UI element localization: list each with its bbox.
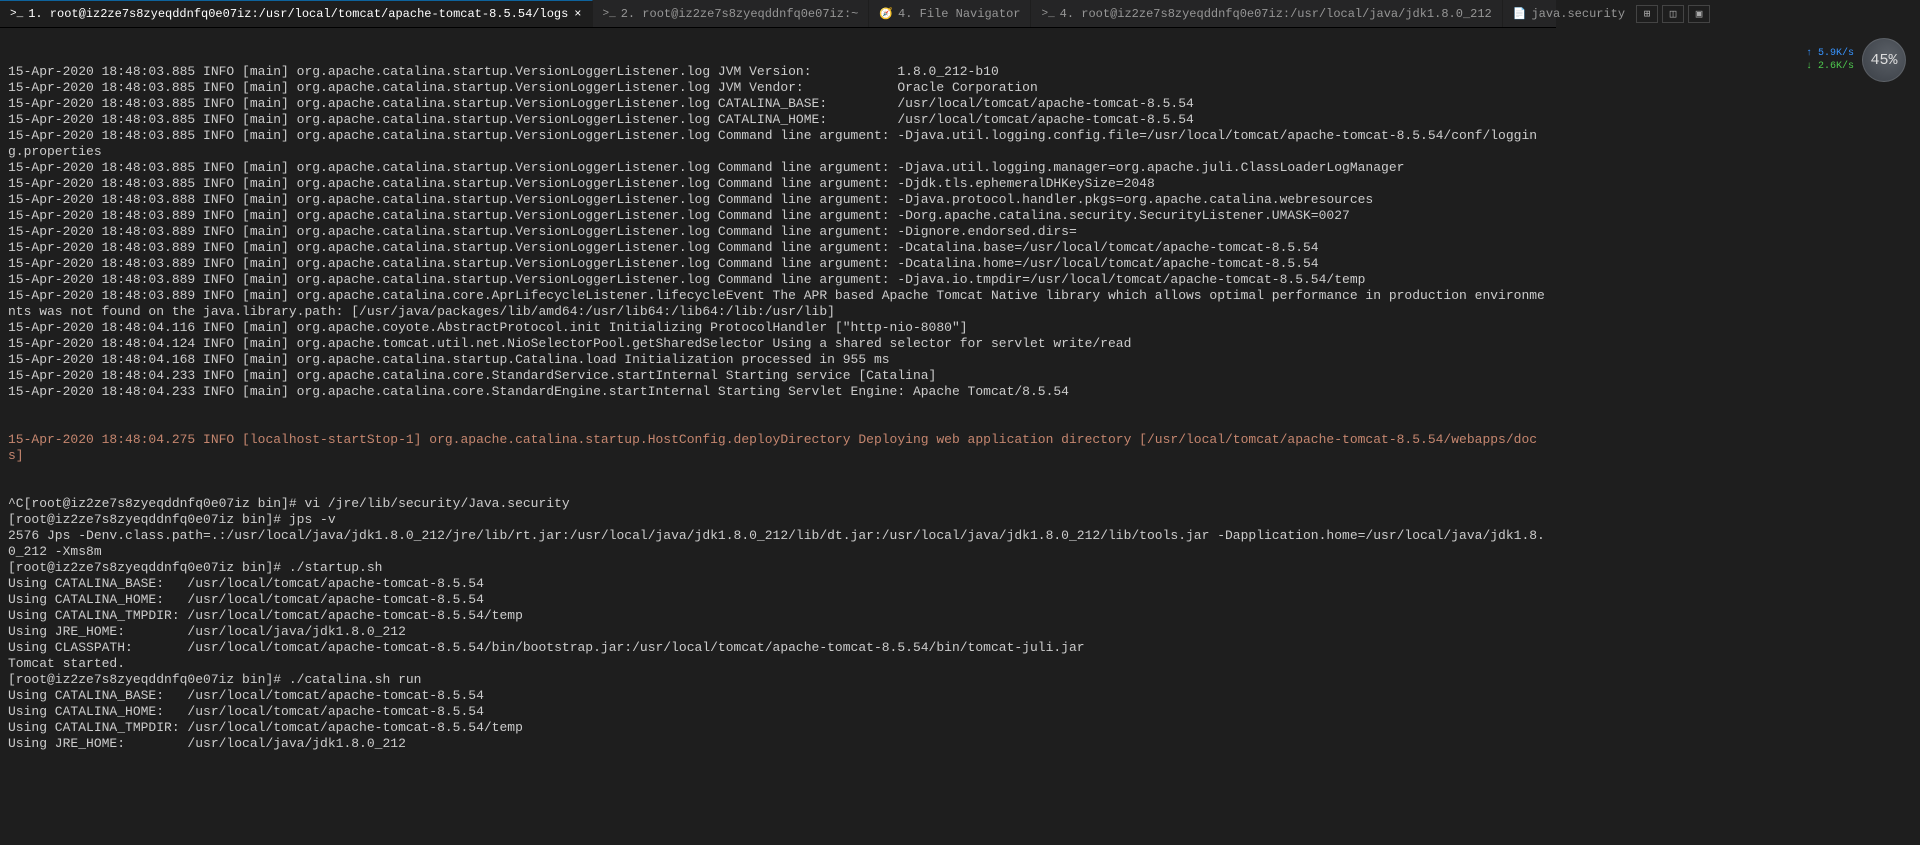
shell-line: [root@iz2ze7s8zyeqddnfq0e07iz bin]# ./st… [8, 560, 1548, 576]
log-line: 15-Apr-2020 18:48:03.885 INFO [main] org… [8, 64, 1548, 80]
tab-label: 1. root@iz2ze7s8zyeqddnfq0e07iz:/usr/loc… [28, 7, 568, 21]
net-usage-circle: 45% [1862, 38, 1906, 82]
log-line: 15-Apr-2020 18:48:04.233 INFO [main] org… [8, 384, 1548, 400]
shell-line: [root@iz2ze7s8zyeqddnfq0e07iz bin]# ./ca… [8, 672, 1548, 688]
shell-line: Using CATALINA_HOME: /usr/local/tomcat/a… [8, 592, 1548, 608]
shell-line: [root@iz2ze7s8zyeqddnfq0e07iz bin]# jps … [8, 512, 1548, 528]
network-widget: ↑ 5.9K/s ↓ 2.6K/s 45% [1806, 38, 1906, 82]
log-line: 15-Apr-2020 18:48:03.889 INFO [main] org… [8, 240, 1548, 256]
panel-icon[interactable]: ▣ [1688, 5, 1710, 23]
shell-line: ^C[root@iz2ze7s8zyeqddnfq0e07iz bin]# vi… [8, 496, 1548, 512]
log-line: 15-Apr-2020 18:48:03.885 INFO [main] org… [8, 112, 1548, 128]
tab-label: 4. File Navigator [898, 7, 1020, 21]
tab-label: 4. root@iz2ze7s8zyeqddnfq0e07iz:/usr/loc… [1060, 7, 1492, 21]
tab-2[interactable]: 🧭 4. File Navigator [869, 0, 1031, 27]
log-line: 15-Apr-2020 18:48:04.116 INFO [main] org… [8, 320, 1548, 336]
tab-0[interactable]: >_ 1. root@iz2ze7s8zyeqddnfq0e07iz:/usr/l… [0, 0, 593, 27]
log-line: 15-Apr-2020 18:48:04.124 INFO [main] org… [8, 336, 1548, 352]
log-line-highlight: 15-Apr-2020 18:48:04.275 INFO [localhost… [8, 432, 1548, 464]
shell-line: Using CATALINA_BASE: /usr/local/tomcat/a… [8, 576, 1548, 592]
tab-icon: >_ [1041, 8, 1054, 20]
log-line: 15-Apr-2020 18:48:04.233 INFO [main] org… [8, 368, 1548, 384]
shell-line: Using CATALINA_TMPDIR: /usr/local/tomcat… [8, 720, 1548, 736]
split-icon[interactable]: ◫ [1662, 5, 1684, 23]
tab-label: java.security [1531, 7, 1625, 21]
tab-icon: 📄 [1513, 7, 1527, 21]
shell-line: Using CATALINA_TMPDIR: /usr/local/tomcat… [8, 608, 1548, 624]
log-line: 15-Apr-2020 18:48:03.885 INFO [main] org… [8, 96, 1548, 112]
log-line: 15-Apr-2020 18:48:03.888 INFO [main] org… [8, 192, 1548, 208]
net-upload: ↑ 5.9K/s [1806, 47, 1854, 60]
log-line: 15-Apr-2020 18:48:03.885 INFO [main] org… [8, 128, 1548, 160]
log-line: 15-Apr-2020 18:48:03.889 INFO [main] org… [8, 288, 1548, 320]
tab-icon: >_ [603, 8, 616, 20]
tab-4[interactable]: 📄 java.security [1503, 0, 1636, 27]
log-line: 15-Apr-2020 18:48:03.889 INFO [main] org… [8, 208, 1548, 224]
log-line: 15-Apr-2020 18:48:03.885 INFO [main] org… [8, 160, 1548, 176]
terminal-output[interactable]: 15-Apr-2020 18:48:03.885 INFO [main] org… [0, 28, 1556, 776]
shell-line: Using CLASSPATH: /usr/local/tomcat/apach… [8, 640, 1548, 656]
net-percent: 45% [1870, 52, 1897, 69]
network-stats: ↑ 5.9K/s ↓ 2.6K/s [1806, 47, 1854, 73]
log-line: 15-Apr-2020 18:48:03.885 INFO [main] org… [8, 80, 1548, 96]
tab-1[interactable]: >_ 2. root@iz2ze7s8zyeqddnfq0e07iz:~ [593, 0, 870, 27]
shell-line: Using CATALINA_BASE: /usr/local/tomcat/a… [8, 688, 1548, 704]
tab-3[interactable]: >_ 4. root@iz2ze7s8zyeqddnfq0e07iz:/usr/l… [1031, 0, 1502, 27]
tab-icon: >_ [10, 8, 23, 20]
tab-bar: >_ 1. root@iz2ze7s8zyeqddnfq0e07iz:/usr/l… [0, 0, 1556, 28]
log-line: 15-Apr-2020 18:48:03.889 INFO [main] org… [8, 224, 1548, 240]
shell-line: Using JRE_HOME: /usr/local/java/jdk1.8.0… [8, 736, 1548, 752]
shell-line: Using CATALINA_HOME: /usr/local/tomcat/a… [8, 704, 1548, 720]
log-line: 15-Apr-2020 18:48:03.889 INFO [main] org… [8, 272, 1548, 288]
log-line: 15-Apr-2020 18:48:03.885 INFO [main] org… [8, 176, 1548, 192]
window-controls: ⊞ ◫ ▣ [1636, 5, 1714, 23]
shell-line: Tomcat started. [8, 656, 1548, 672]
tab-label: 2. root@iz2ze7s8zyeqddnfq0e07iz:~ [621, 7, 859, 21]
new-tab-icon[interactable]: ⊞ [1636, 5, 1658, 23]
log-line: 15-Apr-2020 18:48:04.168 INFO [main] org… [8, 352, 1548, 368]
shell-line: Using JRE_HOME: /usr/local/java/jdk1.8.0… [8, 624, 1548, 640]
net-download: ↓ 2.6K/s [1806, 60, 1854, 73]
shell-line: 2576 Jps -Denv.class.path=.:/usr/local/j… [8, 528, 1548, 560]
log-line: 15-Apr-2020 18:48:03.889 INFO [main] org… [8, 256, 1548, 272]
tab-icon: 🧭 [879, 7, 893, 21]
close-icon[interactable]: × [574, 7, 581, 21]
